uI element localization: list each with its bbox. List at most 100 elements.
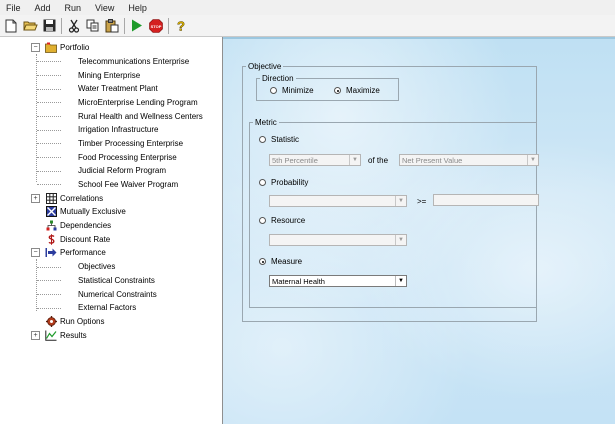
menu-run[interactable]: Run xyxy=(58,3,89,13)
tree-connector xyxy=(37,143,61,144)
tree-item-external-factors[interactable]: External Factors xyxy=(78,301,136,314)
tree-connector xyxy=(37,280,61,281)
probability-threshold-input[interactable] xyxy=(433,194,539,206)
tree-item-portfolio[interactable]: Portfolio xyxy=(45,41,89,54)
measure-radio[interactable]: Measure xyxy=(259,257,302,266)
copy-icon[interactable] xyxy=(85,18,101,34)
radio-button[interactable] xyxy=(259,179,266,186)
folder-icon xyxy=(45,42,57,54)
paste-icon[interactable] xyxy=(104,18,120,34)
menu-add[interactable]: Add xyxy=(28,3,58,13)
tree-item-project[interactable]: Water Treatment Plant xyxy=(78,82,158,95)
tree-item-label: Correlations xyxy=(60,194,104,203)
tree-item-label: Rural Health and Wellness Centers xyxy=(78,112,203,121)
tree-item-results[interactable]: Results xyxy=(45,329,87,342)
radio-button[interactable] xyxy=(259,258,266,265)
menu-help[interactable]: Help xyxy=(121,3,154,13)
dollar-icon xyxy=(45,234,57,246)
main-panel: Objective Direction Minimize Maximize Me… xyxy=(223,37,615,424)
probability-dropdown[interactable]: ▼ xyxy=(269,195,407,207)
radio-button[interactable] xyxy=(259,136,266,143)
help-label: ? xyxy=(177,19,185,33)
maximize-label: Maximize xyxy=(346,86,380,95)
tree-connector xyxy=(37,89,61,90)
toolbar-separator xyxy=(124,17,125,34)
tree-item-run-options[interactable]: Run Options xyxy=(45,315,104,328)
minimize-radio[interactable]: Minimize xyxy=(270,86,314,95)
tree-item-project[interactable]: Timber Processing Enterprise xyxy=(78,137,183,150)
tree-connector xyxy=(37,171,61,172)
radio-button[interactable] xyxy=(334,87,341,94)
resource-dropdown[interactable]: ▼ xyxy=(269,234,407,246)
measure-dropdown[interactable]: Maternal Health ▼ xyxy=(269,275,407,287)
chevron-down-icon[interactable]: ▼ xyxy=(349,155,360,165)
help-icon[interactable]: ? xyxy=(173,18,189,34)
new-file-icon[interactable] xyxy=(3,18,19,34)
statistic-value: 5th Percentile xyxy=(272,155,318,165)
maximize-radio[interactable]: Maximize xyxy=(334,86,380,95)
tree-item-objectives[interactable]: Objectives xyxy=(78,260,115,273)
tree-item-numerical-constraints[interactable]: Numerical Constraints xyxy=(78,288,157,301)
statistic-target-dropdown[interactable]: Net Present Value ▼ xyxy=(399,154,539,166)
chevron-down-icon[interactable]: ▼ xyxy=(395,196,406,206)
tree-item-project[interactable]: Telecommunications Enterprise xyxy=(78,55,189,68)
tree-item-label: Judicial Reform Program xyxy=(78,166,167,175)
performance-collapse-toggle[interactable]: − xyxy=(31,248,40,257)
open-folder-icon[interactable] xyxy=(22,18,38,34)
radio-button[interactable] xyxy=(259,217,266,224)
tree-item-performance[interactable]: Performance xyxy=(45,246,106,259)
line-chart-icon xyxy=(45,330,57,342)
tree-item-label: Numerical Constraints xyxy=(78,290,157,299)
portfolio-collapse-toggle[interactable]: − xyxy=(31,43,40,52)
tree-item-label: Statistical Constraints xyxy=(78,276,155,285)
chevron-down-icon[interactable]: ▼ xyxy=(395,276,406,286)
stop-icon[interactable]: STOP xyxy=(148,18,164,34)
radio-button[interactable] xyxy=(270,87,277,94)
save-icon[interactable] xyxy=(41,18,57,34)
tree-connector xyxy=(37,184,61,185)
tree-connector xyxy=(37,130,61,131)
menu-view[interactable]: View xyxy=(88,3,121,13)
tree-item-label: Irrigation Infrastructure xyxy=(78,125,159,134)
toolbar-separator xyxy=(168,17,169,34)
tree-item-project[interactable]: MicroEnterprise Lending Program xyxy=(78,96,198,109)
statistic-label: Statistic xyxy=(271,135,300,144)
tree-item-project[interactable]: Mining Enterprise xyxy=(78,69,140,82)
resource-radio[interactable]: Resource xyxy=(259,216,305,225)
results-expand-toggle[interactable]: + xyxy=(31,331,40,340)
toolbar-separator xyxy=(61,17,62,34)
menu-bar: File Add Run View Help xyxy=(0,0,615,15)
tree-item-dependencies[interactable]: Dependencies xyxy=(45,219,111,232)
tree-item-statistical-constraints[interactable]: Statistical Constraints xyxy=(78,274,155,287)
statistic-radio[interactable]: Statistic xyxy=(259,135,299,144)
tree-item-discount-rate[interactable]: Discount Rate xyxy=(45,233,110,246)
tree-item-project[interactable]: School Fee Waiver Program xyxy=(78,178,178,191)
resource-label: Resource xyxy=(271,216,306,225)
chevron-down-icon[interactable]: ▼ xyxy=(395,235,406,245)
probability-radio[interactable]: Probability xyxy=(259,178,308,187)
grid-icon xyxy=(45,193,57,205)
tree-item-mutually-exclusive[interactable]: Mutually Exclusive xyxy=(45,205,126,218)
tree-item-label: MicroEnterprise Lending Program xyxy=(78,98,198,107)
tree-item-label: Dependencies xyxy=(60,221,112,230)
statistic-dropdown[interactable]: 5th Percentile ▼ xyxy=(269,154,361,166)
stop-label: STOP xyxy=(151,23,162,28)
menu-file[interactable]: File xyxy=(0,3,28,13)
run-icon[interactable] xyxy=(129,18,145,34)
tree-connector xyxy=(36,54,37,182)
tree-item-project[interactable]: Irrigation Infrastructure xyxy=(78,123,158,136)
tree-item-project[interactable]: Judicial Reform Program xyxy=(78,164,166,177)
chevron-down-icon[interactable]: ▼ xyxy=(527,155,538,165)
tree-connector xyxy=(37,102,61,103)
tree-item-project[interactable]: Rural Health and Wellness Centers xyxy=(78,110,203,123)
tree-item-label: Results xyxy=(60,331,87,340)
cut-icon[interactable] xyxy=(66,18,82,34)
probability-label: Probability xyxy=(271,178,309,187)
of-the-label: of the xyxy=(368,156,389,165)
tree-item-label: Water Treatment Plant xyxy=(78,84,158,93)
tree-item-project[interactable]: Food Processing Enterprise xyxy=(78,151,177,164)
tree-item-correlations[interactable]: Correlations xyxy=(45,192,103,205)
tree-panel: − Portfolio Telecommunications Enterpris… xyxy=(0,37,223,424)
tree-item-label: Objectives xyxy=(78,262,116,271)
correlations-expand-toggle[interactable]: + xyxy=(31,194,40,203)
